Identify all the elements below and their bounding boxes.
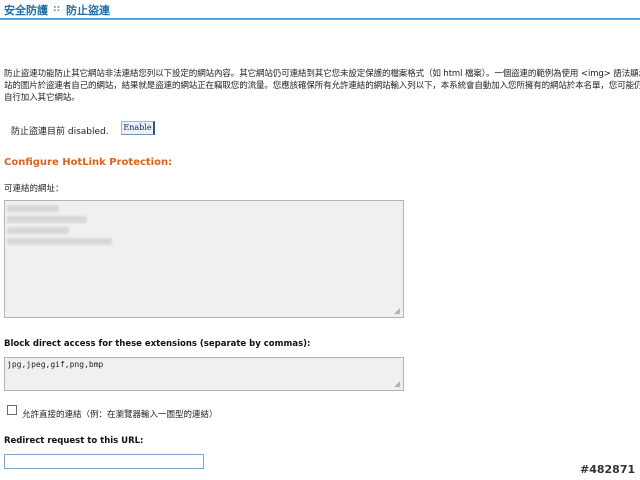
description-text: 防止盜連功能防止其它網站非法連結您列以下設定的網站內容。其它網站仍可連結到其它您… <box>4 69 640 103</box>
watermark-id: #482871 <box>580 463 636 476</box>
allowed-urls-label: 可連結的網址： <box>4 184 64 194</box>
redacted-entry <box>7 227 69 234</box>
redacted-entry <box>7 216 87 223</box>
page-header: 安全防護 :: 防止盜連 <box>0 0 640 20</box>
breadcrumb-separator: :: <box>53 4 61 14</box>
extensions-value: jpg,jpeg,gif,png,bmp <box>7 360 104 369</box>
resize-grip-icon[interactable] <box>394 381 401 388</box>
redirect-url-input[interactable] <box>4 454 204 469</box>
extensions-label: Block direct access for these extensions… <box>4 339 311 349</box>
page-title: 防止盜連 <box>66 4 110 17</box>
breadcrumb-section[interactable]: 安全防護 <box>4 2 48 18</box>
allow-direct-requests-label: 允許直接的連結（例：在瀏覽器輸入一圖型的連結） <box>22 410 218 420</box>
redirect-url-label: Redirect request to this URL: <box>4 436 144 446</box>
configure-title: Configure HotLink Protection: <box>4 157 173 168</box>
allowed-urls-textarea[interactable] <box>4 200 404 318</box>
enable-button[interactable]: Enable <box>121 121 155 135</box>
extensions-textarea[interactable]: jpg,jpeg,gif,png,bmp <box>4 357 404 391</box>
resize-grip-icon[interactable] <box>394 308 401 315</box>
redacted-entry <box>7 238 112 245</box>
redacted-entry <box>7 205 59 212</box>
allow-direct-requests-checkbox[interactable] <box>7 405 17 415</box>
status-text: 防止盜連目前 disabled. <box>11 127 109 137</box>
